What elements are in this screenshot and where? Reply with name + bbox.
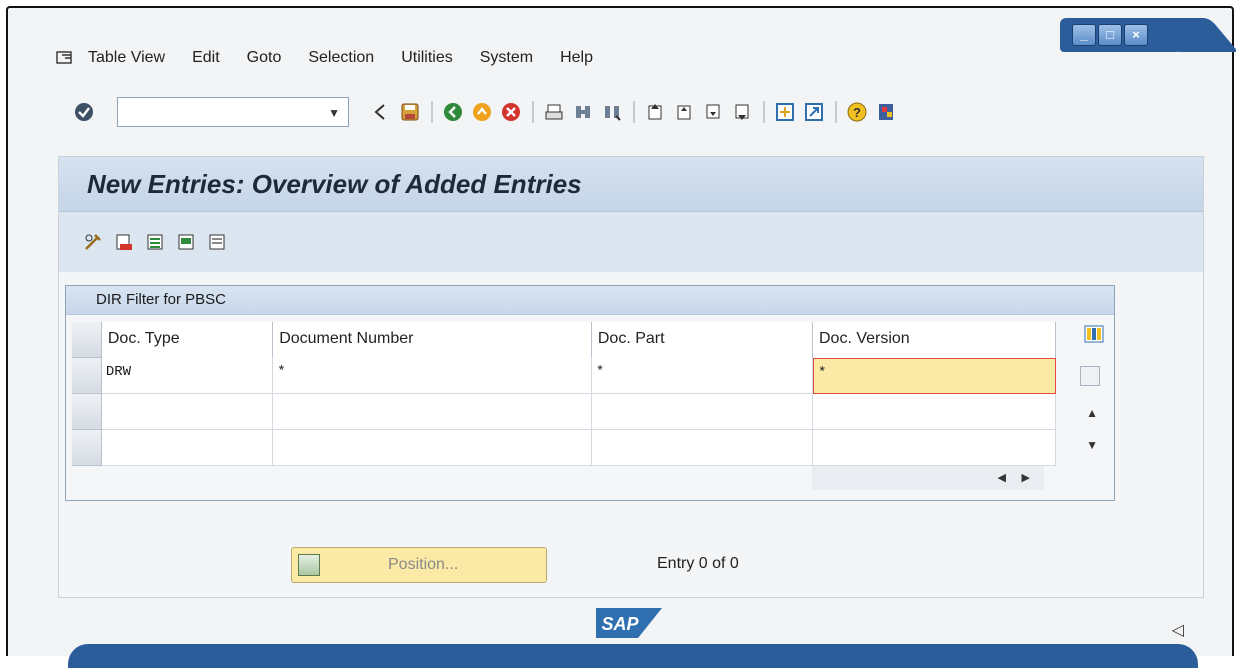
scroll-up-icon[interactable]: ▲ xyxy=(1086,406,1098,420)
position-button-label: Position... xyxy=(388,556,459,573)
exit-icon[interactable] xyxy=(472,102,492,122)
menu-toggle-icon[interactable] xyxy=(56,51,74,65)
row-selector[interactable] xyxy=(72,358,102,394)
row-select-checkbox[interactable] xyxy=(1080,366,1100,386)
menu-goto[interactable]: Goto xyxy=(247,49,282,67)
cell-doc-type[interactable]: DRW xyxy=(101,358,274,394)
status-toggle-icon[interactable]: ◁ xyxy=(1172,620,1184,640)
cell-document-number[interactable] xyxy=(273,430,592,466)
select-block-icon[interactable] xyxy=(176,232,196,252)
position-button[interactable]: Position... xyxy=(291,547,547,583)
page-title: New Entries: Overview of Added Entries xyxy=(87,168,582,199)
toolbar-separator xyxy=(763,101,765,123)
window-frame: _ □ × Table View Edit Goto Selection Uti… xyxy=(6,6,1234,668)
table-title: DIR Filter for PBSC xyxy=(66,286,1114,315)
enter-icon[interactable] xyxy=(74,102,94,122)
minimize-button[interactable]: _ xyxy=(1072,24,1096,46)
cell-doc-type[interactable] xyxy=(101,394,274,430)
deselect-all-icon[interactable] xyxy=(207,232,227,252)
svg-text:?: ? xyxy=(853,105,861,120)
toolbar-separator xyxy=(633,101,635,123)
column-header-doc-type[interactable]: Doc. Type xyxy=(101,322,274,358)
position-icon xyxy=(298,554,320,576)
column-header-doc-version[interactable]: Doc. Version xyxy=(812,322,1056,358)
sap-logo-text: SAP xyxy=(601,614,639,634)
close-button[interactable]: × xyxy=(1124,24,1148,46)
select-all-icon[interactable] xyxy=(145,232,165,252)
cancel-icon[interactable] xyxy=(501,102,521,122)
create-session-icon[interactable] xyxy=(775,102,795,122)
help-icon[interactable]: ? xyxy=(847,102,867,122)
application-toolbar xyxy=(59,212,1203,272)
scroll-left-icon[interactable]: ◀ xyxy=(998,471,1006,484)
cell-doc-version[interactable] xyxy=(812,430,1056,466)
cell-doc-version[interactable] xyxy=(812,394,1056,430)
back-nav-icon[interactable] xyxy=(371,102,391,122)
table-row xyxy=(72,430,1056,466)
horizontal-scrollbar[interactable]: ◀ ▶ xyxy=(812,466,1044,490)
menu-edit[interactable]: Edit xyxy=(192,49,220,67)
save-icon[interactable] xyxy=(400,102,420,122)
find-next-icon[interactable] xyxy=(602,102,622,122)
row-selector[interactable] xyxy=(72,394,102,430)
page-header: New Entries: Overview of Added Entries xyxy=(59,157,1203,212)
find-icon[interactable] xyxy=(573,102,593,122)
cell-doc-version[interactable]: * xyxy=(812,358,1056,394)
cell-document-number[interactable] xyxy=(273,394,592,430)
toolbar-separator xyxy=(431,101,433,123)
menu-help[interactable]: Help xyxy=(560,49,593,67)
table-row: DRW * * * xyxy=(72,358,1056,394)
sap-logo: SAP xyxy=(596,608,662,638)
cell-doc-part[interactable] xyxy=(591,394,813,430)
table-row xyxy=(72,394,1056,430)
scroll-right-icon[interactable]: ▶ xyxy=(1022,471,1030,484)
standard-toolbar: ▼ ? xyxy=(74,92,905,132)
table-grid: Doc. Type Document Number Doc. Part Doc.… xyxy=(72,322,1056,466)
last-page-icon[interactable] xyxy=(732,102,752,122)
table-control: DIR Filter for PBSC Doc. Type Document N… xyxy=(65,285,1115,501)
shortcut-icon[interactable] xyxy=(804,102,824,122)
change-display-icon[interactable] xyxy=(83,232,103,252)
menu-table-view[interactable]: Table View xyxy=(88,49,165,67)
scroll-down-icon[interactable]: ▼ xyxy=(1086,438,1098,452)
cell-doc-part[interactable] xyxy=(591,430,813,466)
chevron-down-icon[interactable]: ▼ xyxy=(328,106,340,120)
first-page-icon[interactable] xyxy=(645,102,665,122)
table-header-row: Doc. Type Document Number Doc. Part Doc.… xyxy=(72,322,1056,358)
next-page-icon[interactable] xyxy=(703,102,723,122)
column-config-icon[interactable] xyxy=(1084,324,1104,344)
cell-document-number[interactable]: * xyxy=(273,358,592,394)
entry-count: Entry 0 of 0 xyxy=(657,555,739,572)
column-header-document-number[interactable]: Document Number xyxy=(273,322,592,358)
command-field[interactable]: ▼ xyxy=(117,97,349,127)
main-panel: New Entries: Overview of Added Entries D… xyxy=(58,156,1204,598)
layout-menu-icon[interactable] xyxy=(876,102,896,122)
maximize-button[interactable]: □ xyxy=(1098,24,1122,46)
select-all-rows[interactable] xyxy=(72,322,102,358)
toolbar-separator xyxy=(532,101,534,123)
row-selector[interactable] xyxy=(72,430,102,466)
toolbar-separator xyxy=(835,101,837,123)
print-icon[interactable] xyxy=(544,102,564,122)
back-icon[interactable] xyxy=(443,102,463,122)
status-bar xyxy=(68,644,1198,668)
menu-system[interactable]: System xyxy=(480,49,533,67)
column-header-doc-part[interactable]: Doc. Part xyxy=(591,322,813,358)
cell-doc-part[interactable]: * xyxy=(591,358,813,394)
previous-page-icon[interactable] xyxy=(674,102,694,122)
menu-bar: Table View Edit Goto Selection Utilities… xyxy=(56,46,620,70)
delete-icon[interactable] xyxy=(114,232,134,252)
menu-selection[interactable]: Selection xyxy=(308,49,374,67)
cell-doc-type[interactable] xyxy=(101,430,274,466)
menu-utilities[interactable]: Utilities xyxy=(401,49,453,67)
